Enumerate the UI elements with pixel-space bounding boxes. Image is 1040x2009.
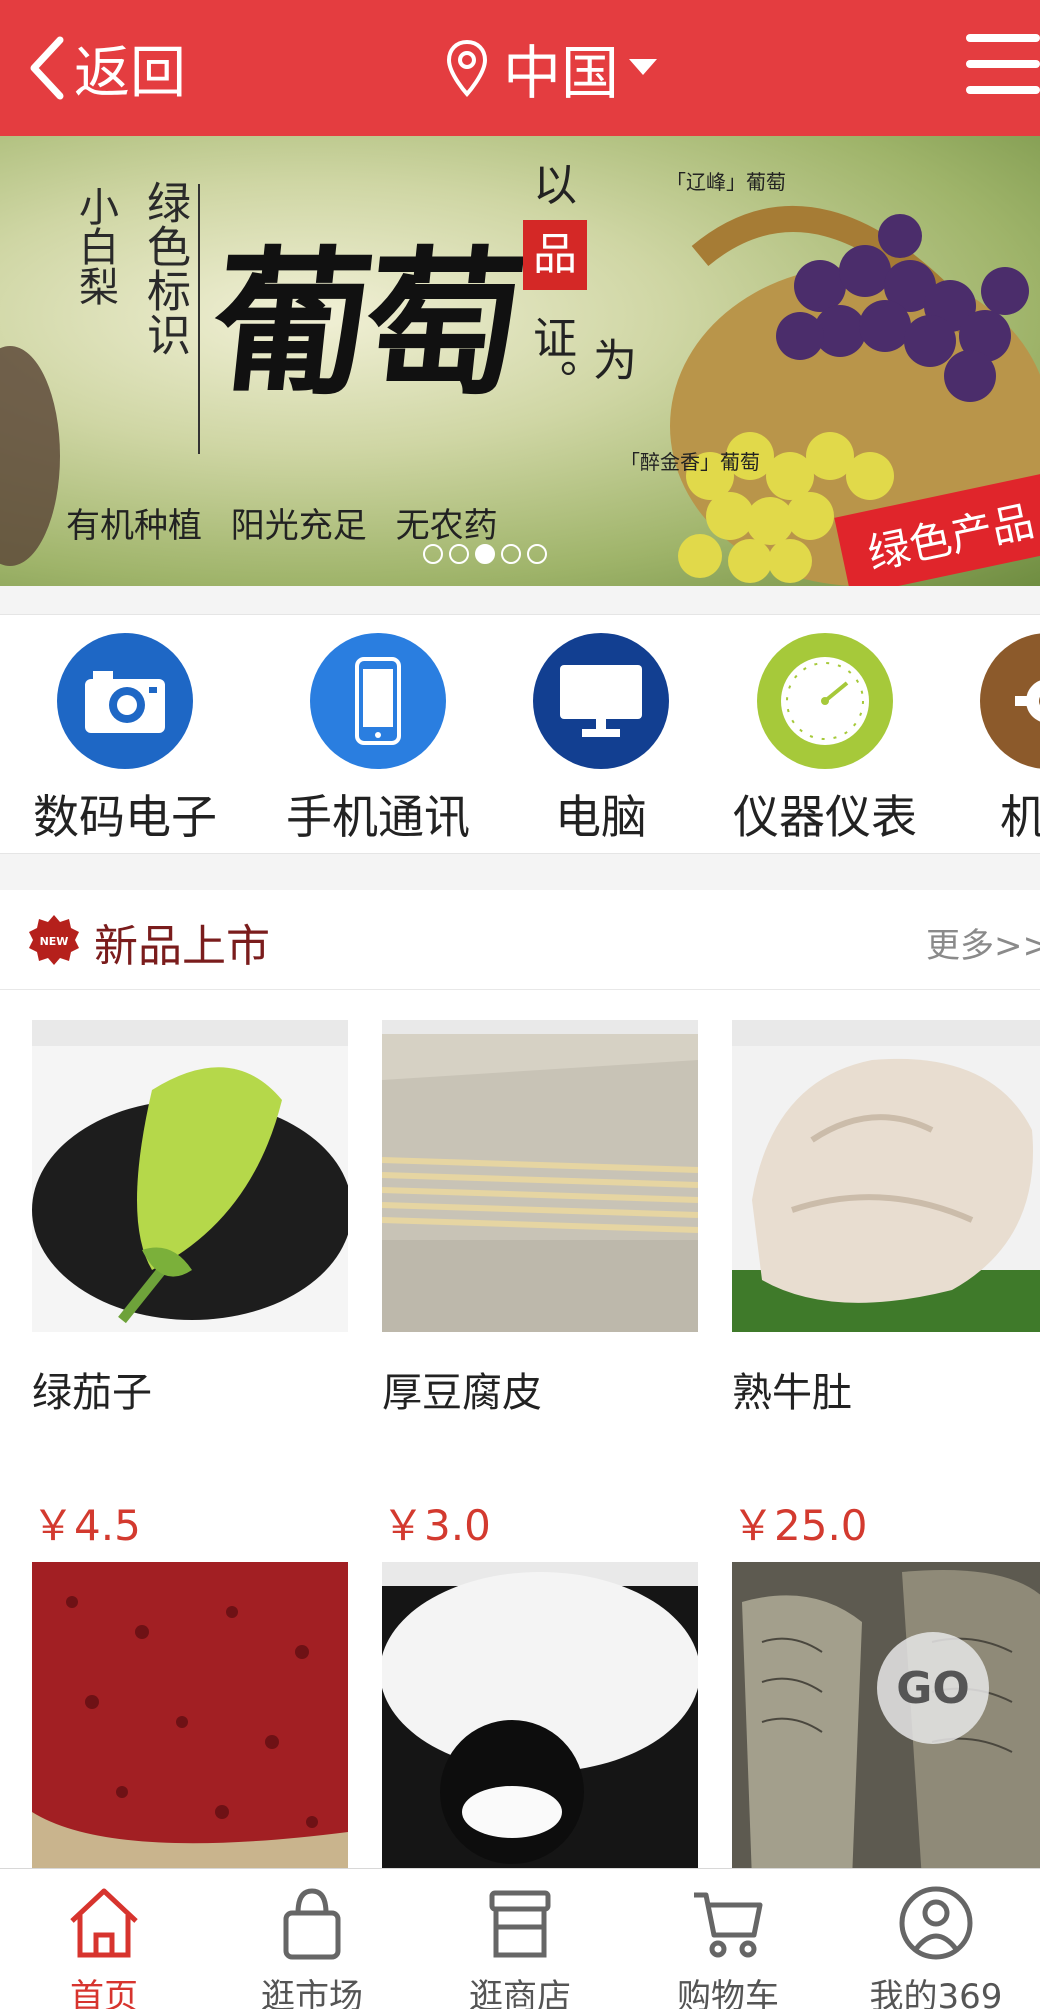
carousel-dot-active[interactable] <box>475 544 495 564</box>
banner-headline: 葡萄 <box>203 232 528 417</box>
go-label: GO <box>896 1662 970 1714</box>
category-computer[interactable]: 电脑 <box>491 633 711 847</box>
app-screen: 返回 中国 小白梨 绿色标识 葡萄 以 品 为证。 有机种植 阳光充足 无农药 <box>0 0 1040 2009</box>
category-label: 数码电子 <box>33 790 217 844</box>
tab-label: 购物车 <box>677 1977 779 2009</box>
chevron-left-icon <box>30 36 64 100</box>
product-image-dried-chili <box>32 1562 348 1880</box>
banner-vert-1: 以 <box>533 160 577 211</box>
bottom-tab-bar: 首页 逛市场 逛商店 购物车 我的369 <box>0 1868 1040 2009</box>
tab-label: 首页 <box>70 1977 138 2009</box>
banner-tag-liaofeng: 「辽峰」葡萄 <box>666 170 786 194</box>
product-price: ￥4.5 <box>32 1501 141 1550</box>
product-card[interactable]: 厚豆腐皮 ￥3.0 <box>382 1020 698 1553</box>
category-machinery[interactable]: 机 <box>920 633 1040 847</box>
gauge-icon <box>757 633 893 769</box>
tab-profile[interactable]: 我的369 <box>832 1869 1040 2009</box>
tab-market[interactable]: 逛市场 <box>208 1869 416 2009</box>
banner-text-small-2: 绿色标识 <box>139 180 190 356</box>
product-image-salt <box>382 1562 698 1880</box>
category-instruments[interactable]: 仪器仪表 <box>715 633 935 847</box>
banner-decoration <box>0 346 60 566</box>
carousel-indicator <box>423 544 547 564</box>
banner-vert-box: 品 <box>523 220 587 290</box>
phone-icon <box>310 633 446 769</box>
category-strip: 数码电子 手机通讯 电脑 仪器仪表 机 <box>0 614 1040 854</box>
promo-banner[interactable]: 小白梨 绿色标识 葡萄 以 品 为证。 有机种植 阳光充足 无农药 「辽峰」葡萄… <box>0 136 1040 586</box>
tab-label: 逛商店 <box>469 1977 571 2009</box>
new-badge-icon: NEW <box>29 915 79 965</box>
location-pin-icon <box>446 39 488 97</box>
tab-home[interactable]: 首页 <box>0 1869 208 2009</box>
user-icon <box>899 1886 973 1960</box>
product-name: 熟牛肚 <box>732 1370 852 1416</box>
product-name: 厚豆腐皮 <box>382 1370 542 1416</box>
carousel-dot[interactable] <box>423 544 443 564</box>
product-image-tofu-skin <box>382 1020 698 1332</box>
category-label: 手机通讯 <box>286 790 470 844</box>
store-icon <box>489 1890 551 1958</box>
banner-divider <box>198 184 200 454</box>
banner-slogan: 有机种植 阳光充足 无农药 <box>66 506 498 546</box>
category-mobile[interactable]: 手机通讯 <box>268 633 488 847</box>
product-card[interactable]: 熟牛肚 ￥25.0 <box>732 1020 1040 1553</box>
go-to-top-button[interactable]: GO <box>877 1632 989 1744</box>
location-selector[interactable]: 中国 <box>445 28 658 108</box>
section-header: NEW 新品上市 更多>> <box>0 890 1040 990</box>
tab-cart[interactable]: 购物车 <box>624 1869 832 2009</box>
monitor-icon <box>533 633 669 769</box>
section-title: 新品上市 <box>94 921 270 972</box>
svg-text:NEW: NEW <box>40 935 69 948</box>
category-label: 机 <box>920 781 1040 847</box>
back-label: 返回 <box>74 40 186 106</box>
category-label: 电脑 <box>555 790 647 844</box>
caret-down-icon <box>629 59 658 75</box>
carousel-dot[interactable] <box>501 544 521 564</box>
product-card[interactable] <box>32 1562 348 1880</box>
category-digital[interactable]: 数码电子 <box>15 633 235 847</box>
back-button[interactable]: 返回 <box>26 28 186 108</box>
tab-label: 逛市场 <box>261 1977 363 2009</box>
banner-tag-zuijinxiang: 「醉金香」葡萄 <box>620 450 760 474</box>
bag-icon <box>283 1888 341 1960</box>
camera-icon <box>57 633 193 769</box>
more-link[interactable]: 更多>> <box>926 918 1040 967</box>
new-products-section: NEW 新品上市 更多>> 绿茄子 ￥4.5 厚豆腐皮 ￥3.0 熟牛肚 ￥25… <box>0 890 1040 2009</box>
product-card[interactable]: 绿茄子 ￥4.5 <box>32 1020 348 1553</box>
top-bar: 返回 中国 <box>0 0 1040 136</box>
product-image-fish: GO <box>732 1562 1040 1880</box>
carousel-dot[interactable] <box>449 544 469 564</box>
cart-icon <box>694 1892 763 1958</box>
product-image-eggplant <box>32 1020 348 1332</box>
product-price: ￥3.0 <box>382 1501 491 1550</box>
location-label: 中国 <box>503 39 620 107</box>
tab-stores[interactable]: 逛商店 <box>416 1869 624 2009</box>
menu-icon[interactable] <box>966 34 1040 102</box>
gear-icon <box>980 633 1040 769</box>
product-card[interactable] <box>382 1562 698 1880</box>
banner-vert-2: 为证。 <box>525 315 636 403</box>
product-card[interactable]: GO <box>732 1562 1040 1880</box>
product-image-beef-tripe <box>732 1020 1040 1332</box>
banner-vertical-text: 以 品 为证。 <box>520 156 636 424</box>
product-price: ￥25.0 <box>732 1501 868 1550</box>
home-icon <box>70 1888 138 1958</box>
product-name: 绿茄子 <box>32 1370 152 1416</box>
tab-label: 我的369 <box>869 1977 1003 2009</box>
carousel-dot[interactable] <box>527 544 547 564</box>
category-label: 仪器仪表 <box>733 790 917 844</box>
banner-text-small-1: 小白梨 <box>72 186 118 306</box>
